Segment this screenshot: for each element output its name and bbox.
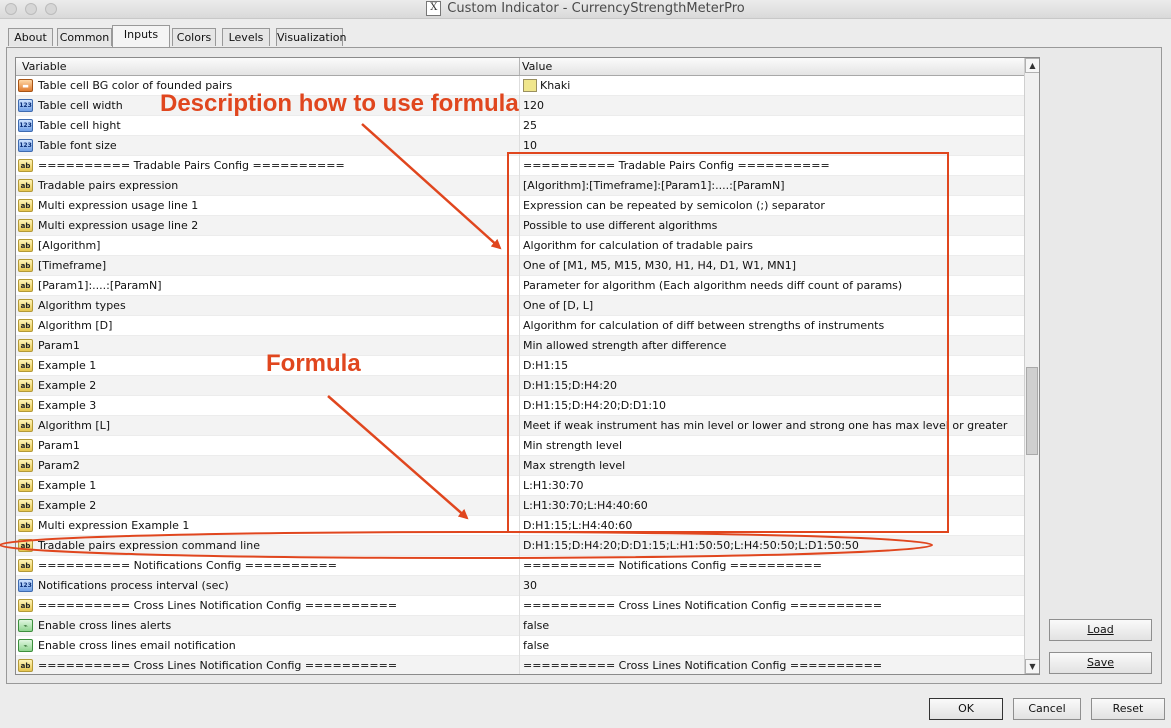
description-highlight-box <box>507 152 949 533</box>
description-arrow <box>361 123 502 250</box>
annotation-formula: Formula <box>266 350 361 377</box>
formula-highlight-ellipse <box>0 531 933 559</box>
annotation-description: Description how to use formula <box>160 90 519 117</box>
formula-arrow <box>327 395 469 520</box>
